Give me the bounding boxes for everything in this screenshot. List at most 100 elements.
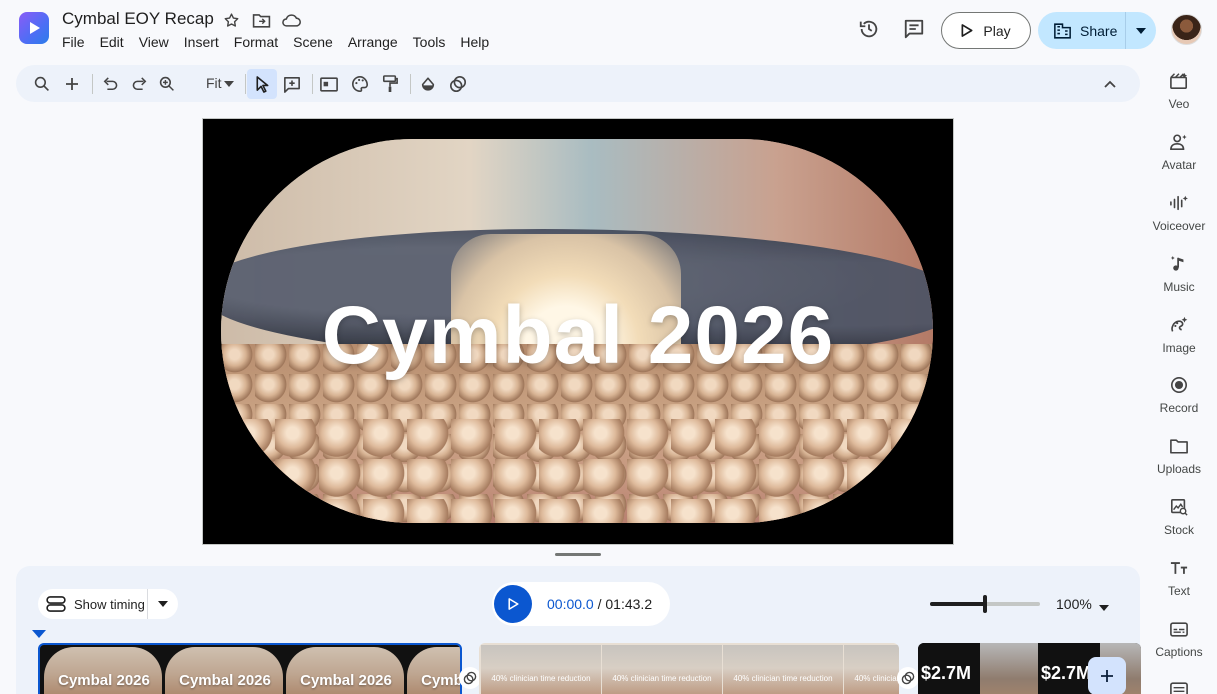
cloud-saved-icon[interactable]	[281, 10, 301, 30]
menu-view[interactable]: View	[139, 34, 169, 50]
search-icon[interactable]	[29, 71, 55, 97]
background-icon[interactable]	[316, 71, 342, 97]
paint-format-icon[interactable]	[377, 71, 403, 97]
menu-insert[interactable]: Insert	[184, 34, 219, 50]
menu-edit[interactable]: Edit	[100, 34, 124, 50]
uploads-icon	[1143, 435, 1215, 457]
image-icon	[1143, 314, 1215, 336]
playhead-marker-icon[interactable]	[31, 626, 47, 644]
rail-item-label: Music	[1163, 280, 1195, 294]
toolbar-divider	[245, 74, 246, 94]
collapse-toolbar-icon[interactable]	[1097, 71, 1123, 97]
rail-item-uploads[interactable]: Uploads	[1143, 435, 1215, 476]
timeline-zoom-percent[interactable]: 100%	[1056, 596, 1092, 612]
rail-item-avatar[interactable]: Avatar	[1143, 131, 1215, 172]
zoom-caret-down-icon[interactable]	[1099, 598, 1109, 616]
rail-item-image[interactable]: Image	[1143, 314, 1215, 355]
timeline-resize-handle[interactable]	[555, 553, 601, 556]
version-history-icon[interactable]	[856, 16, 882, 42]
slide-title-text[interactable]: Cymbal 2026	[203, 289, 953, 383]
document-title[interactable]: Cymbal EOY Recap	[62, 9, 214, 29]
rail-item-label: Avatar	[1161, 158, 1197, 172]
play-icon	[961, 24, 973, 37]
play-button-label: Play	[983, 22, 1011, 39]
user-avatar[interactable]	[1171, 14, 1202, 45]
editor-toolbar: Fit	[16, 65, 1140, 102]
timeline-play-button[interactable]	[494, 585, 532, 623]
move-folder-icon[interactable]	[251, 10, 271, 30]
layout-icon	[1143, 678, 1215, 694]
select-pointer-icon[interactable]	[247, 69, 277, 99]
clip-thumbnail-text: 40% clinician time reduction	[854, 674, 899, 683]
clip-thumbnail-text: 40% clinician time reduction	[491, 674, 591, 683]
timeline-clip-1[interactable]: Cymbal 2026 Cymbal 2026 Cymbal 2026 Cymb…	[38, 643, 462, 694]
total-duration: 01:43.2	[605, 596, 653, 612]
share-options-dropdown[interactable]	[1126, 27, 1156, 34]
rail-item-stock[interactable]: Stock	[1143, 496, 1215, 537]
clip-thumbnail	[980, 643, 1042, 694]
clip-thumbnail: Cymbal 2026	[44, 647, 162, 694]
rail-item-music[interactable]: Music	[1143, 253, 1215, 294]
menu-file[interactable]: File	[62, 34, 85, 50]
theme-palette-icon[interactable]	[347, 71, 373, 97]
rail-item-record[interactable]: Record	[1143, 374, 1215, 415]
rail-item-more[interactable]	[1143, 678, 1215, 694]
toolbar-divider	[92, 74, 93, 94]
zoom-in-icon[interactable]	[154, 71, 180, 97]
avatar-icon	[1143, 131, 1215, 153]
rail-item-label: Veo	[1168, 97, 1190, 111]
clip-thumbnail-text: $2.7M	[921, 663, 972, 683]
fill-color-icon[interactable]	[415, 71, 441, 97]
share-button[interactable]: Share	[1038, 12, 1126, 49]
menu-format[interactable]: Format	[234, 34, 278, 50]
rail-item-voiceover[interactable]: Voiceover	[1143, 192, 1215, 233]
undo-icon[interactable]	[97, 71, 123, 97]
add-icon[interactable]	[59, 71, 85, 97]
rail-item-veo[interactable]: Veo	[1143, 70, 1215, 111]
header: Cymbal EOY Recap File Edit View Insert F…	[0, 0, 1217, 62]
toolbar-divider	[312, 74, 313, 94]
stock-icon	[1143, 496, 1215, 518]
clip-thumbnail: 40% clinician time reduction	[481, 645, 601, 694]
menu-scene[interactable]: Scene	[293, 34, 333, 50]
show-timing-control: Show timing	[38, 589, 178, 619]
add-scene-button[interactable]	[1088, 657, 1126, 694]
rail-item-captions[interactable]: Captions	[1143, 618, 1215, 659]
text-icon	[1143, 557, 1215, 579]
play-button[interactable]: Play	[941, 12, 1031, 49]
menu-arrange[interactable]: Arrange	[348, 34, 398, 50]
veo-icon	[1143, 70, 1215, 92]
transition-icon[interactable]	[897, 667, 919, 689]
redo-icon[interactable]	[127, 71, 153, 97]
clip-thumbnail: Cymbal 2026	[165, 647, 283, 694]
timeline-zoom-slider[interactable]	[930, 595, 1040, 613]
zoom-slider-thumb[interactable]	[983, 595, 987, 613]
transition-icon[interactable]	[459, 667, 481, 689]
clip-thumbnail: $2.7M	[918, 643, 980, 694]
comments-icon[interactable]	[901, 16, 927, 42]
rail-item-label: Text	[1167, 584, 1190, 598]
rail-item-label: Uploads	[1156, 462, 1202, 476]
clip-thumbnail: 40% clinician time reduction	[602, 645, 722, 694]
slide-canvas[interactable]: Cymbal 2026	[202, 118, 954, 545]
show-timing-dropdown[interactable]	[148, 601, 178, 607]
zoom-caret-down-icon[interactable]	[216, 71, 242, 97]
clip-thumbnail-text: 40% clinician time reduction	[733, 674, 833, 683]
rail-item-label: Image	[1162, 341, 1196, 355]
add-comment-icon[interactable]	[279, 71, 305, 97]
play-icon	[507, 598, 519, 610]
timing-icon	[46, 596, 66, 612]
star-icon[interactable]	[221, 10, 241, 30]
app-logo-icon[interactable]	[19, 12, 49, 44]
rail-item-text[interactable]: Text	[1143, 557, 1215, 598]
caret-down-icon	[1136, 27, 1146, 34]
timeline-clip-2[interactable]: 40% clinician time reduction 40% clinici…	[479, 643, 899, 694]
transition-icon[interactable]	[445, 71, 471, 97]
clip-thumbnail-text: Cymbal 2026	[179, 672, 271, 689]
building-icon	[1054, 22, 1071, 39]
clip-thumbnail-text: 40% clinician time reduction	[612, 674, 712, 683]
menu-help[interactable]: Help	[460, 34, 489, 50]
menu-tools[interactable]: Tools	[413, 34, 446, 50]
current-time: 00:00.0	[547, 596, 594, 612]
show-timing-button[interactable]: Show timing	[38, 589, 148, 619]
